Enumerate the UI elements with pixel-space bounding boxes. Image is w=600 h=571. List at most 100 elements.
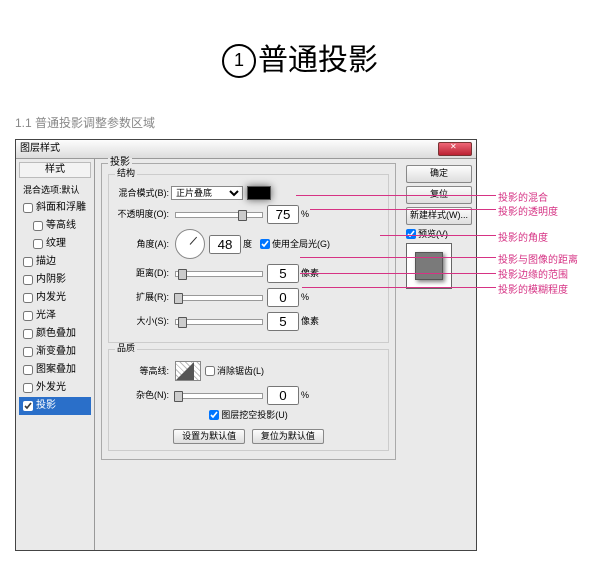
title-text: 普通投影 xyxy=(258,44,378,77)
angle-row: 角度(A): 度 使用全局光(G) xyxy=(115,229,382,259)
opacity-label: 不透明度(O): xyxy=(115,210,171,219)
page-title: 1普通投影 xyxy=(0,35,600,79)
sidebar-item[interactable]: 等高线 xyxy=(19,217,91,235)
sidebar-checkbox[interactable] xyxy=(33,221,43,231)
ok-button[interactable]: 确定 xyxy=(406,165,472,183)
sidebar-head[interactable]: 样式 xyxy=(19,162,91,178)
main-panel: 确定 复位 新建样式(W)... 预览(V) 投影 结构 混合模式(B): 正片… xyxy=(95,159,476,550)
sidebar-checkbox[interactable] xyxy=(23,329,33,339)
sidebar-item[interactable]: 外发光 xyxy=(19,379,91,397)
sidebar-item-label: 等高线 xyxy=(46,221,76,231)
sidebar-checkbox[interactable] xyxy=(33,239,43,249)
opacity-slider[interactable] xyxy=(175,212,263,218)
angle-input[interactable] xyxy=(209,235,241,254)
sidebar-checkbox[interactable] xyxy=(23,365,33,375)
blend-mode-select[interactable]: 正片叠底 xyxy=(171,186,243,200)
spread-input[interactable] xyxy=(267,288,299,307)
button-column: 确定 复位 新建样式(W)... 预览(V) xyxy=(406,165,472,289)
sidebar-item[interactable]: 渐变叠加 xyxy=(19,343,91,361)
noise-row: 杂色(N): % xyxy=(115,386,382,405)
global-light-checkbox[interactable] xyxy=(260,239,270,249)
contour-label: 等高线: xyxy=(115,367,171,376)
sidebar-item[interactable]: 描边 xyxy=(19,253,91,271)
blend-label: 混合模式(B): xyxy=(115,189,171,198)
cancel-button[interactable]: 复位 xyxy=(406,186,472,204)
quality-title: 品质 xyxy=(115,344,137,353)
distance-slider[interactable] xyxy=(175,271,263,277)
annot-distance: 投影与图像的距离 xyxy=(498,251,578,266)
opacity-input[interactable] xyxy=(267,205,299,224)
sidebar-checkbox[interactable] xyxy=(23,347,33,357)
spread-row: 扩展(R): % xyxy=(115,288,382,307)
sidebar-item[interactable]: 图案叠加 xyxy=(19,361,91,379)
sidebar-item[interactable]: 投影 xyxy=(19,397,91,415)
style-sidebar: 样式 混合选项:默认 斜面和浮雕等高线纹理描边内阴影内发光光泽颜色叠加渐变叠加图… xyxy=(16,159,95,550)
distance-row: 距离(D): 像素 xyxy=(115,264,382,283)
dialog-title: 图层样式 xyxy=(20,144,60,154)
preview-toggle[interactable]: 预览(V) xyxy=(406,229,472,239)
sidebar-item-label: 内阴影 xyxy=(36,275,66,285)
sidebar-item-label: 投影 xyxy=(36,401,56,411)
sidebar-item[interactable]: 光泽 xyxy=(19,307,91,325)
sidebar-item-label: 光泽 xyxy=(36,311,56,321)
annot-blend: 投影的混合 xyxy=(498,189,548,204)
sidebar-item-label: 颜色叠加 xyxy=(36,329,76,339)
sidebar-item-default[interactable]: 混合选项:默认 xyxy=(19,181,91,199)
spread-label: 扩展(R): xyxy=(115,293,171,302)
structure-title: 结构 xyxy=(115,169,137,178)
sidebar-item[interactable]: 斜面和浮雕 xyxy=(19,199,91,217)
knockout-checkbox[interactable] xyxy=(209,410,219,420)
sidebar-item[interactable]: 颜色叠加 xyxy=(19,325,91,343)
annot-opacity: 投影的透明度 xyxy=(498,203,558,218)
size-slider[interactable] xyxy=(175,319,263,325)
size-row: 大小(S): 像素 xyxy=(115,312,382,331)
preview-checkbox[interactable] xyxy=(406,229,416,239)
sidebar-checkbox[interactable] xyxy=(23,203,33,213)
titlebar[interactable]: 图层样式 xyxy=(16,140,476,159)
circled-number: 1 xyxy=(222,44,256,78)
preview-thumbnail xyxy=(406,243,452,289)
distance-label: 距离(D): xyxy=(115,269,171,278)
noise-label: 杂色(N): xyxy=(115,391,171,400)
contour-row: 等高线: 消除锯齿(L) xyxy=(115,361,382,381)
sidebar-item-label: 外发光 xyxy=(36,383,66,393)
sidebar-item-label: 渐变叠加 xyxy=(36,347,76,357)
sidebar-checkbox[interactable] xyxy=(23,275,33,285)
size-label: 大小(S): xyxy=(115,317,171,326)
angle-label: 角度(A): xyxy=(115,240,171,249)
close-icon[interactable] xyxy=(438,142,472,156)
sidebar-item-label: 描边 xyxy=(36,257,56,267)
sidebar-checkbox[interactable] xyxy=(23,401,33,411)
panel-title: 投影 xyxy=(108,158,132,168)
sidebar-item-label: 斜面和浮雕 xyxy=(36,203,86,213)
distance-input[interactable] xyxy=(267,264,299,283)
annot-angle: 投影的角度 xyxy=(498,229,548,244)
sidebar-item[interactable]: 纹理 xyxy=(19,235,91,253)
section-subtitle: 1.1 普通投影调整参数区域 xyxy=(0,109,600,139)
sidebar-item[interactable]: 内阴影 xyxy=(19,271,91,289)
layer-style-dialog: 图层样式 样式 混合选项:默认 斜面和浮雕等高线纹理描边内阴影内发光光泽颜色叠加… xyxy=(15,139,477,551)
angle-dial[interactable] xyxy=(175,229,205,259)
sidebar-checkbox[interactable] xyxy=(23,383,33,393)
antialias-checkbox[interactable] xyxy=(205,366,215,376)
sidebar-checkbox[interactable] xyxy=(23,311,33,321)
knockout-row: 图层挖空投影(U) xyxy=(115,410,382,420)
antialias-label: 消除锯齿(L) xyxy=(217,367,264,376)
spread-slider[interactable] xyxy=(175,295,263,301)
make-default-button[interactable]: 设置为默认值 xyxy=(173,429,245,444)
sidebar-checkbox[interactable] xyxy=(23,257,33,267)
annot-spread: 投影边缘的范围 xyxy=(498,266,568,281)
sidebar-item-label: 图案叠加 xyxy=(36,365,76,375)
global-light-label: 使用全局光(G) xyxy=(272,240,330,249)
sidebar-checkbox[interactable] xyxy=(23,293,33,303)
size-input[interactable] xyxy=(267,312,299,331)
sidebar-item[interactable]: 内发光 xyxy=(19,289,91,307)
noise-input[interactable] xyxy=(267,386,299,405)
sidebar-item-label: 纹理 xyxy=(46,239,66,249)
opacity-row: 不透明度(O): % xyxy=(115,205,382,224)
contour-picker[interactable] xyxy=(175,361,201,381)
shadow-color-swatch[interactable] xyxy=(247,186,271,200)
noise-slider[interactable] xyxy=(175,393,263,399)
reset-default-button[interactable]: 复位为默认值 xyxy=(252,429,324,444)
new-style-button[interactable]: 新建样式(W)... xyxy=(406,207,472,225)
